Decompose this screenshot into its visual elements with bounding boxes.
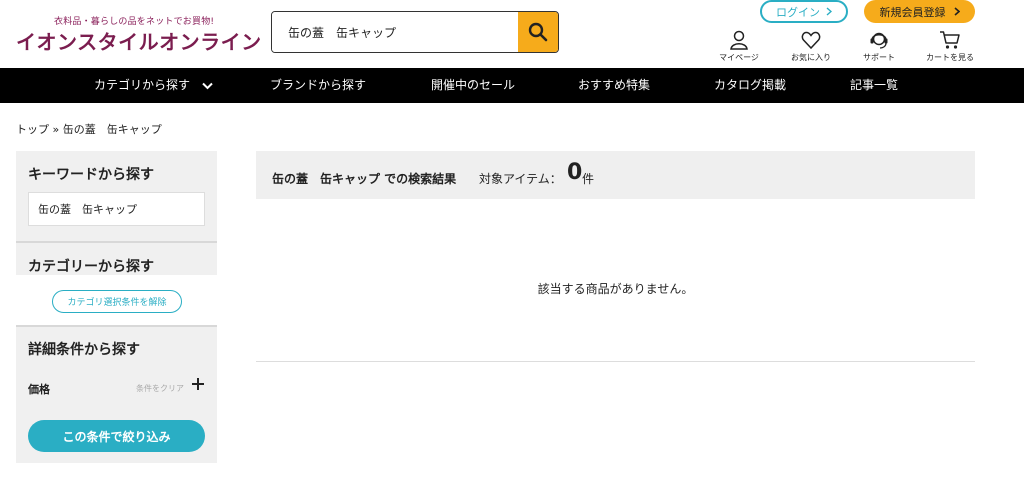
nav-item-label: カテゴリから探す <box>94 78 191 92</box>
nav-item-articles[interactable]: 記事一覧 <box>850 68 898 103</box>
login-label: ログイン <box>776 5 820 19</box>
price-clear-link[interactable]: 条件をクリア <box>136 383 184 394</box>
filter-sidebar: キーワードから探す カテゴリーから探す カテゴリ選択条件を解除 詳細条件から探す… <box>16 151 217 463</box>
heart-icon <box>801 31 821 50</box>
chevron-right-icon <box>826 7 832 16</box>
divider <box>16 325 217 327</box>
mypage-label: マイページ <box>719 53 759 62</box>
mypage-link[interactable]: マイページ <box>709 30 769 63</box>
login-button[interactable]: ログイン <box>760 0 848 23</box>
price-label: 価格 <box>28 383 50 396</box>
results-divider <box>256 361 975 362</box>
favorites-label: お気に入り <box>791 53 831 62</box>
apply-filter-button[interactable]: この条件で絞り込み <box>28 420 205 452</box>
cart-link[interactable]: カートを見る <box>920 30 980 63</box>
user-icon <box>730 30 748 50</box>
results-header: 缶の蓋 缶キャップ での検索結果 対象アイテム： 0 件 <box>256 151 975 199</box>
breadcrumb: トップ » 缶の蓋 缶キャップ <box>16 121 162 137</box>
favorites-link[interactable]: お気に入り <box>781 30 841 63</box>
cart-label: カートを見る <box>926 53 974 62</box>
clear-category-button[interactable]: カテゴリ選択条件を解除 <box>52 290 182 313</box>
chevron-down-icon <box>202 82 213 89</box>
main-nav: カテゴリから探す ブランドから探す 開催中のセール おすすめ特集 カタログ掲載 … <box>0 68 1024 103</box>
nav-item-category[interactable]: カテゴリから探す <box>94 68 213 103</box>
divider <box>16 241 217 243</box>
breadcrumb-separator: » <box>52 123 60 136</box>
search-bar <box>271 11 559 53</box>
results-count-unit: 件 <box>582 172 595 186</box>
results-count: 0 <box>567 160 583 185</box>
logo-name: イオンスタイルオンライン <box>16 30 262 54</box>
cart-icon <box>940 31 960 49</box>
support-link[interactable]: サポート <box>849 30 909 63</box>
category-heading: カテゴリーから探す <box>28 259 154 275</box>
register-label: 新規会員登録 <box>879 5 946 19</box>
results-query: 缶の蓋 缶キャップ での検索結果 <box>272 172 457 186</box>
chevron-right-icon <box>953 7 960 16</box>
search-button[interactable] <box>518 12 558 52</box>
breadcrumb-current: 缶の蓋 缶キャップ <box>62 123 162 136</box>
detail-heading: 詳細条件から探す <box>28 342 140 358</box>
nav-item-sale[interactable]: 開催中のセール <box>431 68 515 103</box>
empty-results-message: 該当する商品がありません。 <box>537 282 694 296</box>
register-button[interactable]: 新規会員登録 <box>864 0 975 23</box>
support-label: サポート <box>863 53 895 62</box>
nav-item-catalog[interactable]: カタログ掲載 <box>714 68 786 103</box>
nav-item-brand[interactable]: ブランドから探す <box>270 68 366 103</box>
search-input[interactable] <box>272 12 519 52</box>
results-count-label: 対象アイテム： <box>479 172 562 186</box>
search-icon <box>528 22 548 42</box>
nav-item-featured[interactable]: おすすめ特集 <box>578 68 650 103</box>
support-icon <box>870 32 888 49</box>
breadcrumb-home[interactable]: トップ <box>16 123 49 136</box>
site-header: 衣料品・暮らしの品をネットでお買物! イオンスタイルオンライン ログイン 新規会… <box>0 0 1024 68</box>
plus-icon[interactable] <box>191 377 205 391</box>
keyword-heading: キーワードから探す <box>28 167 154 183</box>
keyword-input[interactable] <box>28 192 205 226</box>
